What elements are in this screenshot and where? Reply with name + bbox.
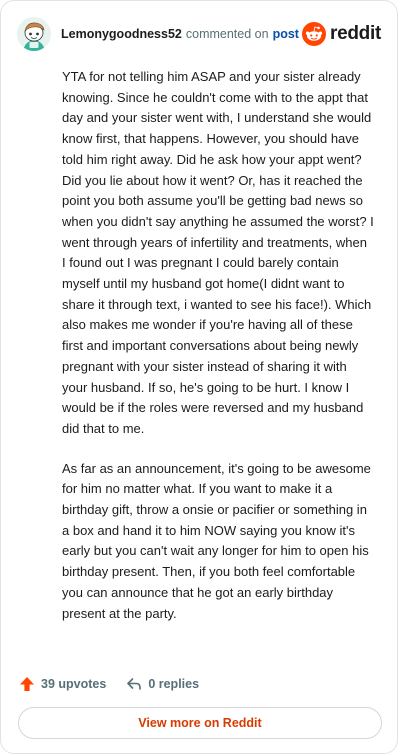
comment-body: YTA for not telling him ASAP and your si… xyxy=(62,67,374,643)
upvote-button[interactable]: 39 upvotes xyxy=(19,676,106,692)
reddit-wordmark: reddit xyxy=(330,23,381,44)
reddit-brand[interactable]: reddit xyxy=(302,22,381,46)
username-link[interactable]: Lemonygoodness52 xyxy=(61,27,182,41)
upvote-arrow-icon xyxy=(20,677,34,691)
reply-button[interactable]: 0 replies xyxy=(126,676,199,692)
upvote-count: 39 upvotes xyxy=(41,677,107,691)
post-link[interactable]: post xyxy=(273,27,299,41)
avatar[interactable] xyxy=(17,17,51,51)
reddit-logo-icon xyxy=(302,22,327,46)
comment-paragraph: YTA for not telling him ASAP and your si… xyxy=(62,69,374,436)
byline: Lemonygoodness52 commented on post xyxy=(61,27,299,41)
reply-count: 0 replies xyxy=(148,677,200,691)
view-more-on-reddit-button[interactable]: View more on Reddit xyxy=(18,707,382,739)
comment-embed-card: Lemonygoodness52 commented on post reddi… xyxy=(0,0,398,754)
snoo-avatar-icon xyxy=(17,17,51,51)
comment-header: Lemonygoodness52 commented on post reddi… xyxy=(17,15,381,53)
comment-paragraph: As far as an announcement, it's going to… xyxy=(62,460,371,621)
reply-icon xyxy=(127,678,142,690)
byline-verb: commented on xyxy=(185,27,269,41)
comment-actions: 39 upvotes 0 replies xyxy=(19,673,199,695)
